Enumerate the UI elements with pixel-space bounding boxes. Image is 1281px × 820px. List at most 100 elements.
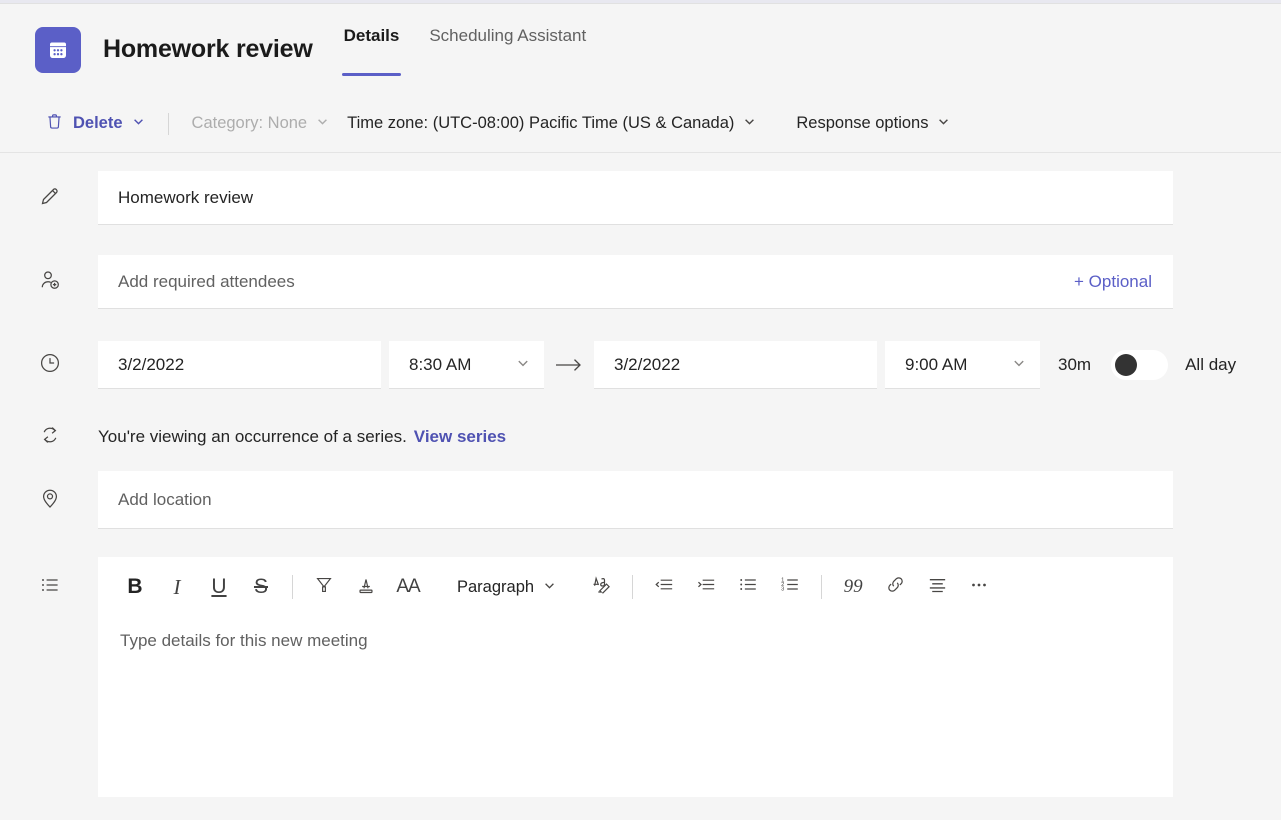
clear-formatting-icon <box>589 573 613 602</box>
increase-indent-icon <box>695 573 718 601</box>
end-time-value: 9:00 AM <box>905 355 967 375</box>
decrease-indent-button[interactable] <box>643 566 685 608</box>
timezone-label: Time zone: (UTC-08:00) Pacific Time (US … <box>347 114 734 133</box>
header: Homework review Details Scheduling Assis… <box>0 4 1281 95</box>
tab-scheduling-assistant-label: Scheduling Assistant <box>429 26 586 46</box>
end-time-select[interactable]: 9:00 AM <box>885 341 1040 389</box>
tab-details[interactable]: Details <box>329 4 415 95</box>
duration-label: 30m <box>1058 355 1091 375</box>
start-date-input[interactable]: 3/2/2022 <box>98 341 381 389</box>
page-title: Homework review <box>103 35 313 64</box>
attendees-placeholder: Add required attendees <box>118 272 295 292</box>
rich-text-toolbar: B I U S <box>98 557 1173 617</box>
view-series-link[interactable]: View series <box>414 427 506 446</box>
details-placeholder: Type details for this new meeting <box>120 631 368 650</box>
numbered-list-icon: 1 2 3 <box>779 573 802 601</box>
chevron-down-icon <box>516 355 530 375</box>
start-date-value: 3/2/2022 <box>118 355 184 375</box>
tab-scheduling-assistant[interactable]: Scheduling Assistant <box>414 4 601 95</box>
quote-button[interactable]: 99 <box>832 566 874 608</box>
highlight-button[interactable] <box>303 566 345 608</box>
increase-indent-button[interactable] <box>685 566 727 608</box>
highlight-icon <box>313 574 335 601</box>
subject-value: Homework review <box>118 188 253 208</box>
recurrence-text-wrap: You're viewing an occurrence of a series… <box>98 427 506 447</box>
repeat-icon <box>38 423 62 452</box>
tab-details-label: Details <box>344 26 400 46</box>
attendees-row: Add required attendees + Optional <box>0 255 1281 311</box>
underline-label: U <box>211 575 226 599</box>
tab-list: Details Scheduling Assistant <box>329 4 602 95</box>
pencil-icon <box>38 184 62 213</box>
decrease-indent-icon <box>653 573 676 601</box>
more-options-icon <box>968 574 990 601</box>
attendees-input[interactable]: Add required attendees + Optional <box>98 255 1173 309</box>
person-add-icon <box>38 268 62 297</box>
quote-label: 99 <box>844 576 863 598</box>
italic-label: I <box>174 575 181 600</box>
schedule-row: 3/2/2022 8:30 AM 3/2/2022 <box>0 339 1281 391</box>
font-size-button[interactable]: AA <box>387 566 429 608</box>
chevron-down-icon <box>743 114 756 133</box>
bold-label: B <box>127 575 142 599</box>
underline-button[interactable]: U <box>198 566 240 608</box>
start-time-select[interactable]: 8:30 AM <box>389 341 544 389</box>
meeting-details-window: Homework review Details Scheduling Assis… <box>0 0 1281 820</box>
recurrence-text: You're viewing an occurrence of a series… <box>98 427 407 446</box>
align-button[interactable] <box>916 566 958 608</box>
chevron-down-icon <box>132 114 145 133</box>
rte-divider <box>632 575 633 599</box>
all-day-label: All day <box>1185 355 1236 375</box>
category-label: Category: None <box>192 114 308 133</box>
clock-icon <box>38 351 62 380</box>
paragraph-label: Paragraph <box>457 578 534 597</box>
font-size-label: AA <box>396 576 419 598</box>
strikethrough-button[interactable]: S <box>240 566 282 608</box>
link-icon <box>884 573 907 601</box>
start-time-value: 8:30 AM <box>409 355 471 375</box>
details-row: B I U S <box>0 557 1281 797</box>
schedule-gutter <box>38 341 98 389</box>
end-date-input[interactable]: 3/2/2022 <box>594 341 877 389</box>
timezone-button[interactable]: Time zone: (UTC-08:00) Pacific Time (US … <box>338 104 765 144</box>
font-color-icon <box>355 574 377 601</box>
response-options-button[interactable]: Response options <box>787 104 959 144</box>
location-row: Add location <box>0 471 1281 531</box>
chevron-down-icon <box>937 114 950 133</box>
add-optional-button[interactable]: + Optional <box>1074 272 1173 292</box>
category-button[interactable]: Category: None <box>183 104 339 144</box>
italic-button[interactable]: I <box>156 566 198 608</box>
command-toolbar: Delete Category: None Time zone: (UTC-08… <box>0 95 1281 153</box>
svg-text:3: 3 <box>781 587 784 593</box>
insert-link-button[interactable] <box>874 566 916 608</box>
all-day-toggle-knob <box>1115 354 1137 376</box>
rte-divider <box>292 575 293 599</box>
location-pin-icon <box>38 486 62 515</box>
clear-formatting-button[interactable] <box>580 566 622 608</box>
rte-divider <box>821 575 822 599</box>
details-editor: B I U S <box>98 557 1173 797</box>
bullet-list-button[interactable] <box>727 566 769 608</box>
location-input[interactable]: Add location <box>98 471 1173 529</box>
trash-icon <box>45 112 64 136</box>
bold-button[interactable]: B <box>114 566 156 608</box>
subject-input[interactable]: Homework review <box>98 171 1173 225</box>
subject-row: Homework review <box>0 171 1281 227</box>
attendees-gutter <box>38 255 98 309</box>
location-placeholder: Add location <box>118 490 212 510</box>
strikethrough-label: S <box>254 575 268 599</box>
align-icon <box>926 573 949 601</box>
chevron-down-icon <box>1012 355 1026 375</box>
chevron-down-icon <box>543 578 556 597</box>
location-gutter <box>38 471 98 529</box>
delete-button[interactable]: Delete <box>36 104 154 144</box>
details-textarea[interactable]: Type details for this new meeting <box>98 617 1173 787</box>
font-color-button[interactable] <box>345 566 387 608</box>
form-body: Homework review Add required attendees +… <box>0 153 1281 820</box>
paragraph-style-select[interactable]: Paragraph <box>445 567 568 607</box>
all-day-toggle[interactable] <box>1111 350 1168 380</box>
calendar-icon <box>35 27 81 73</box>
more-options-button[interactable] <box>958 566 1000 608</box>
numbered-list-button[interactable]: 1 2 3 <box>769 566 811 608</box>
bullet-list-icon <box>38 573 62 602</box>
